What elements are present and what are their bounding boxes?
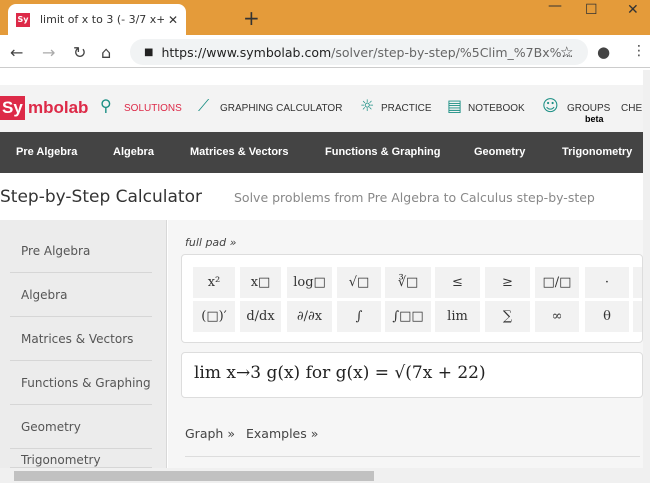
maximize-button[interactable]: ☐ — [585, 2, 598, 18]
nav-groups[interactable]: GROUPS — [567, 103, 610, 114]
math-input[interactable]: lim x→3 g(x) for g(x) = √(7x + 22) — [181, 352, 643, 398]
profile-icon[interactable]: ● — [597, 43, 610, 61]
horizontal-scrollbar-thumb[interactable] — [14, 471, 374, 481]
keypad-key[interactable]: x² — [193, 267, 235, 298]
page-subtitle: Solve problems from Pre Algebra to Calcu… — [234, 190, 595, 205]
sidebar-item-functions[interactable]: Functions & Graphing — [10, 361, 152, 405]
sidebar: Pre Algebra Algebra Matrices & Vectors F… — [0, 220, 167, 468]
groups-icon[interactable]: ☺ — [542, 97, 559, 115]
page-title: Step-by-Step Calculator — [0, 187, 202, 207]
keypad-key[interactable] — [633, 267, 642, 298]
keypad-key[interactable]: ≥ — [485, 267, 530, 298]
url-path: /solver/step-by-step/%5Clim_%7Bx%... — [331, 44, 574, 60]
keypad-key[interactable]: · — [585, 267, 629, 298]
notebook-icon[interactable]: ▤ — [447, 97, 462, 115]
home-icon[interactable]: ⌂ — [101, 43, 111, 62]
tab-title: limit of x to 3 (- 3/7 x+ 4/(11)) - Symb… — [40, 13, 164, 26]
url-input[interactable]: ■ https://www.symbolab.com/solver/step-b… — [130, 39, 588, 65]
search-icon[interactable]: ⚲ — [100, 97, 112, 115]
sidebar-item-geometry[interactable]: Geometry — [10, 405, 152, 449]
site-nav: Sy mbolab ⚲ SOLUTIONS ⟋ GRAPHING CALCULA… — [0, 85, 643, 132]
keypad-key[interactable]: lim — [435, 301, 480, 332]
nav-practice[interactable]: PRACTICE — [381, 103, 432, 114]
logo-text[interactable]: mbolab — [28, 98, 88, 118]
examples-link[interactable]: Examples » — [246, 426, 318, 441]
close-window-button[interactable]: ✕ — [627, 2, 639, 18]
keypad-key[interactable] — [633, 301, 642, 332]
keypad-key[interactable]: x□ — [240, 267, 281, 298]
keypad-key[interactable]: θ — [585, 301, 629, 332]
category-menu: Pre Algebra Algebra Matrices & Vectors F… — [0, 132, 643, 173]
nav-solutions[interactable]: SOLUTIONS — [124, 103, 182, 114]
back-icon[interactable]: ← — [10, 43, 23, 62]
menu-algebra[interactable]: Algebra — [113, 146, 154, 158]
keypad-key[interactable]: ∛□ — [385, 267, 431, 298]
bulb-icon[interactable]: ☼ — [360, 97, 374, 115]
menu-geometry[interactable]: Geometry — [474, 146, 525, 158]
close-tab-icon[interactable]: ✕ — [168, 13, 178, 27]
graph-link[interactable]: Graph » — [185, 426, 235, 441]
nav-cheat[interactable]: CHE — [621, 103, 642, 114]
lock-icon: ■ — [144, 46, 154, 58]
star-icon[interactable]: ☆ — [560, 43, 573, 61]
favicon: Sy — [16, 12, 30, 27]
keypad-key[interactable]: ∑ — [485, 301, 530, 332]
logo[interactable]: Sy — [0, 96, 25, 120]
minimize-button[interactable]: — — [548, 0, 562, 14]
keypad-key[interactable]: log□ — [287, 267, 332, 298]
menu-functions[interactable]: Functions & Graphing — [325, 146, 441, 158]
sidebar-item-algebra[interactable]: Algebra — [10, 273, 152, 317]
keypad-key[interactable]: (□)′ — [193, 301, 235, 332]
sidebar-item-pre-algebra[interactable]: Pre Algebra — [10, 229, 152, 273]
keypad-key[interactable]: ∞ — [535, 301, 579, 332]
new-tab-button[interactable]: + — [243, 6, 260, 30]
keypad-key[interactable]: □/□ — [535, 267, 579, 298]
reload-icon[interactable]: ↻ — [73, 43, 86, 62]
keypad-key[interactable]: d/dx — [240, 301, 281, 332]
menu-trigonometry[interactable]: Trigonometry — [562, 146, 632, 158]
menu-pre-algebra[interactable]: Pre Algebra — [16, 146, 77, 158]
keypad-key[interactable]: ≤ — [435, 267, 480, 298]
vertical-scrollbar[interactable] — [643, 70, 650, 468]
browser-tab[interactable]: Sy limit of x to 3 (- 3/7 x+ 4/(11)) - S… — [8, 4, 186, 35]
keypad-key[interactable]: √□ — [337, 267, 381, 298]
url-host: https://www.symbolab.com — [161, 44, 332, 60]
divider — [185, 456, 640, 457]
beta-badge: beta — [585, 114, 604, 124]
keypad-key[interactable]: ∂/∂x — [287, 301, 332, 332]
keypad-key[interactable]: ∫ — [337, 301, 381, 332]
menu-matrices[interactable]: Matrices & Vectors — [190, 146, 288, 158]
sidebar-item-matrices[interactable]: Matrices & Vectors — [10, 317, 152, 361]
forward-icon[interactable]: → — [42, 43, 55, 62]
nav-graphing[interactable]: GRAPHING CALCULATOR — [220, 103, 342, 114]
keypad-key[interactable]: ∫□□ — [385, 301, 431, 332]
sidebar-item-trigonometry[interactable]: Trigonometry — [10, 449, 152, 468]
nav-notebook[interactable]: NOTEBOOK — [468, 103, 525, 114]
full-pad-link[interactable]: full pad » — [185, 236, 236, 249]
address-bar-row: ← → ↻ ⌂ ■ https://www.symbolab.com/solve… — [0, 35, 650, 68]
graph-icon[interactable]: ⟋ — [198, 97, 209, 115]
menu-icon[interactable]: ⋮ — [632, 43, 646, 59]
